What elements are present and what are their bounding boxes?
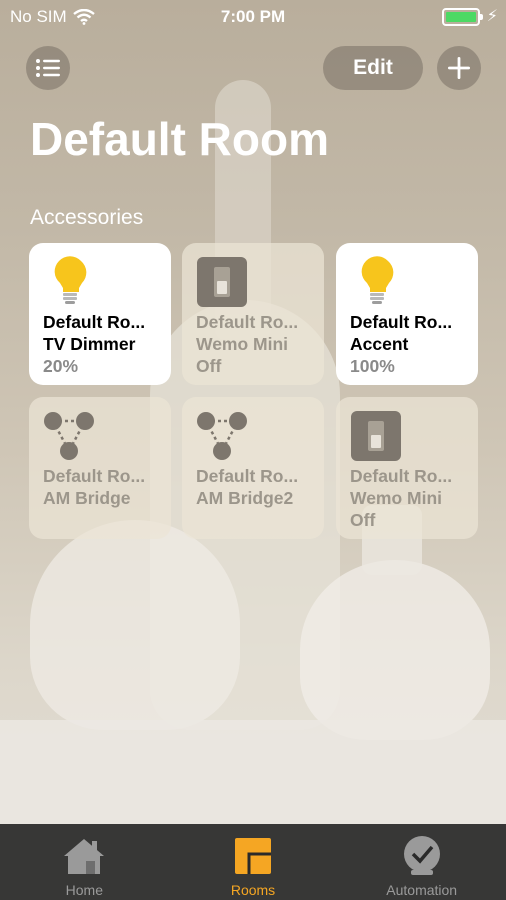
accessory-tile-am-bridge[interactable]: Default Ro... AM Bridge xyxy=(29,397,171,539)
switch-icon xyxy=(351,411,401,461)
accessory-state: Off xyxy=(196,356,222,376)
accessory-name: Wemo Mini xyxy=(196,334,289,354)
bridge-icon xyxy=(44,412,94,460)
accessory-name: Wemo Mini xyxy=(350,488,443,508)
accessory-tile-wemo-mini[interactable]: Default Ro... Wemo Mini Off xyxy=(182,243,324,385)
rooms-icon xyxy=(235,838,271,874)
accessory-room: Default Ro... xyxy=(43,312,146,332)
list-icon xyxy=(36,59,60,77)
accessory-tile-tv-dimmer[interactable]: Default Ro... TV Dimmer 20% xyxy=(29,243,171,385)
accessory-room: Default Ro... xyxy=(350,466,453,486)
accessory-state: Off xyxy=(350,510,376,530)
switch-icon xyxy=(197,257,247,307)
home-icon xyxy=(64,839,105,874)
accessory-room: Default Ro... xyxy=(350,312,453,332)
accessory-name: AM Bridge xyxy=(43,488,131,508)
tab-automation[interactable]: Automation xyxy=(337,824,506,900)
tab-bar: Home Rooms Automation xyxy=(0,824,506,900)
add-button[interactable] xyxy=(437,46,481,90)
tab-label: Rooms xyxy=(230,882,276,898)
accessory-state: 20% xyxy=(43,356,79,376)
charging-icon: ⚡ xyxy=(486,8,498,25)
status-time: 7:00 PM xyxy=(220,7,286,26)
tab-rooms[interactable]: Rooms xyxy=(169,824,338,900)
tab-home[interactable]: Home xyxy=(0,824,169,900)
accessory-tile-wemo-mini-2[interactable]: Default Ro... Wemo Mini Off xyxy=(336,397,478,539)
accessory-room: Default Ro... xyxy=(196,466,299,486)
rooms-list-button[interactable] xyxy=(26,46,70,90)
accessory-name: TV Dimmer xyxy=(43,334,136,354)
accessory-name: Accent xyxy=(350,334,409,354)
lightbulb-icon xyxy=(54,256,87,304)
page-title: Default Room xyxy=(30,113,329,165)
automation-icon xyxy=(403,836,440,875)
status-bar: No SIM 7:00 PM ⚡ xyxy=(0,0,506,34)
tab-label: Automation xyxy=(386,882,458,898)
section-header: Accessories xyxy=(30,206,144,229)
bridge-icon xyxy=(197,412,247,460)
edit-button[interactable]: Edit xyxy=(323,46,423,90)
accessory-room: Default Ro... xyxy=(43,466,146,486)
accessory-state: 100% xyxy=(350,356,395,376)
tab-label: Home xyxy=(65,882,104,898)
accessory-name: AM Bridge2 xyxy=(196,488,294,508)
accessory-tile-am-bridge2[interactable]: Default Ro... AM Bridge2 xyxy=(182,397,324,539)
accessory-tile-accent[interactable]: Default Ro... Accent 100% xyxy=(336,243,478,385)
plus-icon xyxy=(448,57,470,79)
lightbulb-icon xyxy=(361,256,394,304)
accessory-room: Default Ro... xyxy=(196,312,299,332)
battery-icon xyxy=(442,8,483,26)
